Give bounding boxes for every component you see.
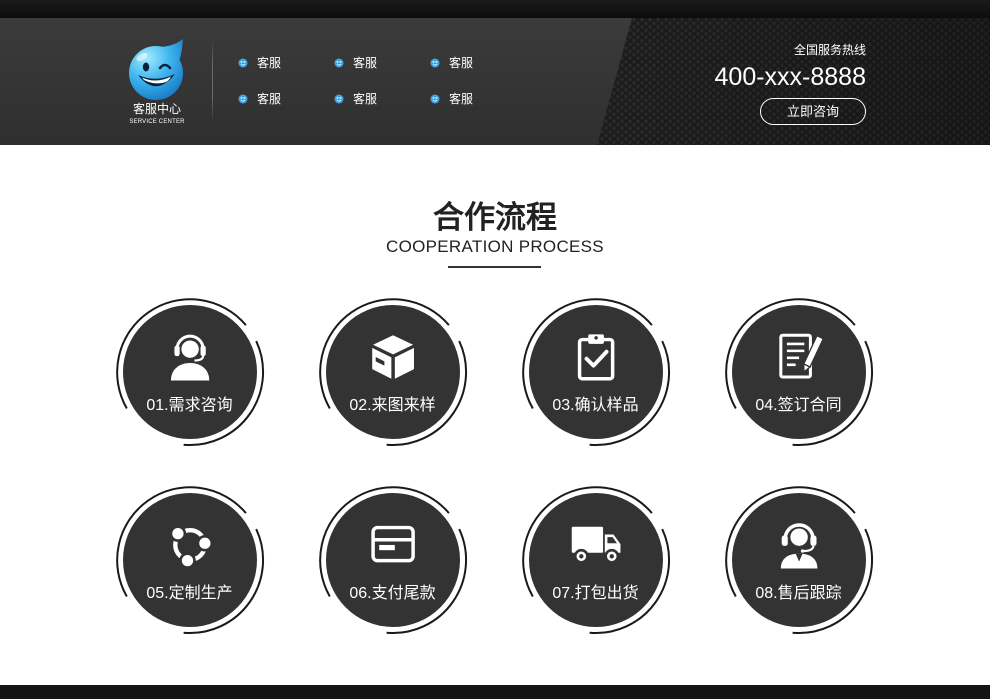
service-links: 客服 客服 客服 客服 客服 客服 <box>238 54 526 108</box>
step-badge <box>318 486 467 634</box>
service-link-5[interactable]: 客服 <box>334 90 430 108</box>
chat-icon <box>334 94 344 104</box>
step-label: 06.支付尾款 <box>349 585 436 602</box>
process-step-8: 08.售后跟踪 <box>697 466 900 654</box>
step-label: 05.定制生产 <box>146 585 233 602</box>
service-header: 客服中心 SERVICE CENTER 客服 客服 客服 客服 客服 客服 全国服务热线 … <box>0 18 990 145</box>
service-link-label: 客服 <box>257 56 282 70</box>
chat-icon <box>238 94 248 104</box>
service-center-logo: 客服中心 SERVICE CENTER <box>117 38 197 126</box>
step-label: 04.签订合同 <box>755 397 842 414</box>
chat-icon <box>334 58 344 68</box>
process-step-6: 06.支付尾款 <box>291 466 494 654</box>
step-badge <box>724 298 873 446</box>
service-link-label: 客服 <box>449 92 474 106</box>
step-label: 07.打包出货 <box>552 585 639 602</box>
process-steps: 01.需求咨询 02.来图来样 03.确认样品 04.签订合同 05.定制生产 06.支付… <box>88 278 900 654</box>
page: 客服中心 SERVICE CENTER 客服 客服 客服 客服 客服 客服 全国服务热线 … <box>0 0 990 699</box>
chat-icon <box>430 58 440 68</box>
logo-mascot-icon <box>129 39 183 100</box>
hotline-phone: 400-xxx-8888 <box>714 63 866 91</box>
chat-icon <box>430 94 440 104</box>
step-badge <box>521 486 670 634</box>
consult-now-button[interactable]: 立即咨询 <box>760 98 866 125</box>
service-link-label: 客服 <box>353 56 378 70</box>
hotline-label: 全国服务热线 <box>793 43 866 57</box>
top-strip <box>0 0 990 18</box>
step-label: 08.售后跟踪 <box>755 585 842 602</box>
step-label: 02.来图来样 <box>349 397 436 414</box>
process-step-1: 01.需求咨询 <box>88 278 291 466</box>
step-badge <box>521 298 670 446</box>
step-badge <box>115 486 264 634</box>
service-link-4[interactable]: 客服 <box>238 90 334 108</box>
section-title: 合作流程 <box>433 200 557 235</box>
process-step-5: 05.定制生产 <box>88 466 291 654</box>
step-badge <box>724 486 873 634</box>
logo-subtitle: SERVICE CENTER <box>129 119 185 125</box>
service-link-1[interactable]: 客服 <box>238 54 334 72</box>
service-link-label: 客服 <box>449 56 474 70</box>
step-circle <box>325 305 460 439</box>
process-step-3: 03.确认样品 <box>494 278 697 466</box>
process-step-4: 04.签订合同 <box>697 278 900 466</box>
step-circle <box>528 493 663 627</box>
step-label: 01.需求咨询 <box>146 397 233 414</box>
service-link-label: 客服 <box>353 92 378 106</box>
process-step-2: 02.来图来样 <box>291 278 494 466</box>
bottom-strip <box>0 685 990 699</box>
title-underline <box>448 266 541 268</box>
chat-icon <box>238 58 248 68</box>
section-subtitle: COOPERATION PROCESS <box>386 237 604 256</box>
step-badge <box>115 298 264 446</box>
header-divider <box>212 40 213 122</box>
process-step-7: 07.打包出货 <box>494 466 697 654</box>
step-label: 03.确认样品 <box>552 397 639 414</box>
service-link-2[interactable]: 客服 <box>334 54 430 72</box>
step-badge <box>318 298 467 446</box>
service-link-label: 客服 <box>257 92 282 106</box>
logo-title: 客服中心 <box>132 102 181 116</box>
service-link-3[interactable]: 客服 <box>430 54 526 72</box>
service-link-6[interactable]: 客服 <box>430 90 526 108</box>
step-circle <box>731 305 866 439</box>
step-circle <box>528 305 663 439</box>
